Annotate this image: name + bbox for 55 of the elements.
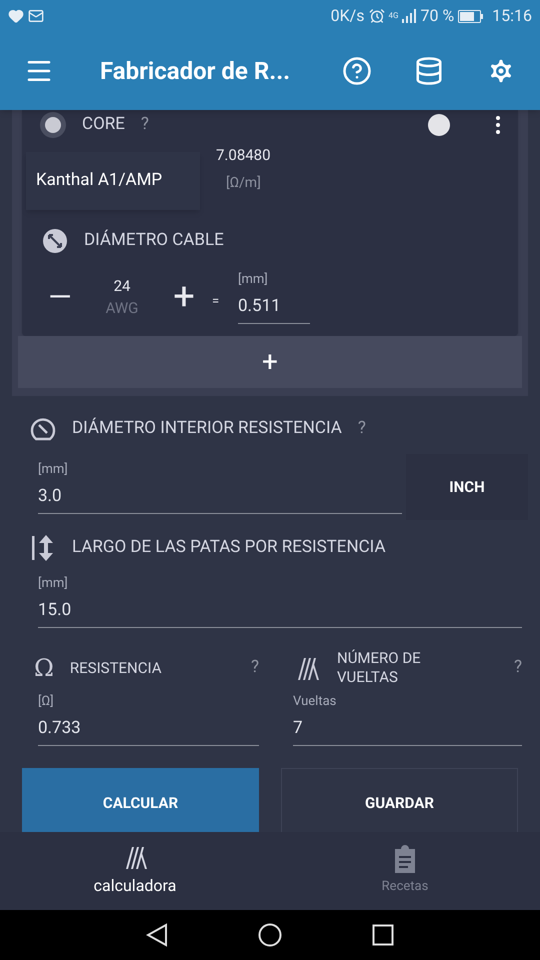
diameter-icon <box>42 228 68 254</box>
database-icon[interactable] <box>414 56 444 86</box>
unit-label: [mm] <box>38 461 69 479</box>
unit-label: Vueltas <box>293 693 338 711</box>
core-label: CORE <box>82 113 125 136</box>
ring-diameter-icon <box>30 416 56 442</box>
input-field[interactable]: 3.0 <box>38 480 402 514</box>
wire-diameter-label: DIÁMETRO CABLE <box>84 228 224 252</box>
input-field[interactable]: 15.0 <box>38 594 522 628</box>
resistivity-unit: [Ω/m] <box>226 174 262 192</box>
battery-percent: 70 % <box>420 5 454 27</box>
add-button[interactable]: + <box>18 336 522 388</box>
help-mark[interactable]: ? <box>140 112 149 138</box>
help-icon[interactable] <box>342 56 372 86</box>
radio-icon[interactable] <box>40 112 66 138</box>
more-icon[interactable] <box>496 116 500 134</box>
recents-icon[interactable] <box>372 924 394 946</box>
health-icon <box>8 8 24 24</box>
back-icon[interactable] <box>146 923 168 947</box>
gauge-value: 24 <box>114 276 130 296</box>
omega-icon: Ω <box>34 650 54 686</box>
input-field[interactable]: 7 <box>293 712 522 746</box>
resistance-label: RESISTENCIA <box>70 658 163 679</box>
clipboard-icon <box>392 845 418 874</box>
network-type: 4G <box>388 12 398 20</box>
input-field[interactable]: 0.733 <box>38 712 259 746</box>
clock: 15:16 <box>492 5 532 27</box>
save-button[interactable]: GUARDAR <box>281 768 518 832</box>
help-mark[interactable]: ? <box>514 655 522 681</box>
gauge-unit: AWG <box>106 298 138 319</box>
app-title: Fabricador de R... <box>100 56 292 87</box>
signal-icon <box>402 9 416 23</box>
unit-label: [mm] <box>238 271 269 289</box>
equals-sign: = <box>212 293 220 312</box>
battery-icon <box>458 10 484 22</box>
help-mark[interactable]: ? <box>250 655 259 681</box>
inner-diameter-label: DIÁMETRO INTERIOR RESISTENCIA <box>72 416 342 440</box>
vertical-arrows-icon <box>30 534 56 562</box>
material-selector[interactable]: Kanthal A1/AMP <box>26 152 200 210</box>
help-mark[interactable]: ? <box>358 416 366 442</box>
unit-label: [Ω] <box>38 693 55 711</box>
increase-button[interactable]: + <box>166 278 202 316</box>
wraps-label: NÚMERO DE VUELTAS <box>337 649 422 687</box>
unit-label: [mm] <box>38 575 69 593</box>
inch-button[interactable]: INCH <box>406 454 528 520</box>
alarm-icon <box>368 8 385 24</box>
leg-length-label: LARGO DE LAS PATAS POR RESISTENCIA <box>72 536 386 560</box>
mail-icon <box>28 8 44 24</box>
nav-tab[interactable]: calculadora <box>0 832 270 910</box>
home-icon[interactable] <box>258 923 282 947</box>
resistivity-value: 7.08480 <box>216 145 271 166</box>
calculate-button[interactable]: CALCULAR <box>22 768 259 832</box>
network-speed: 0K/s <box>330 5 365 27</box>
decrease-button[interactable]: — <box>42 274 78 320</box>
input-field[interactable]: 0.511 <box>238 290 310 324</box>
